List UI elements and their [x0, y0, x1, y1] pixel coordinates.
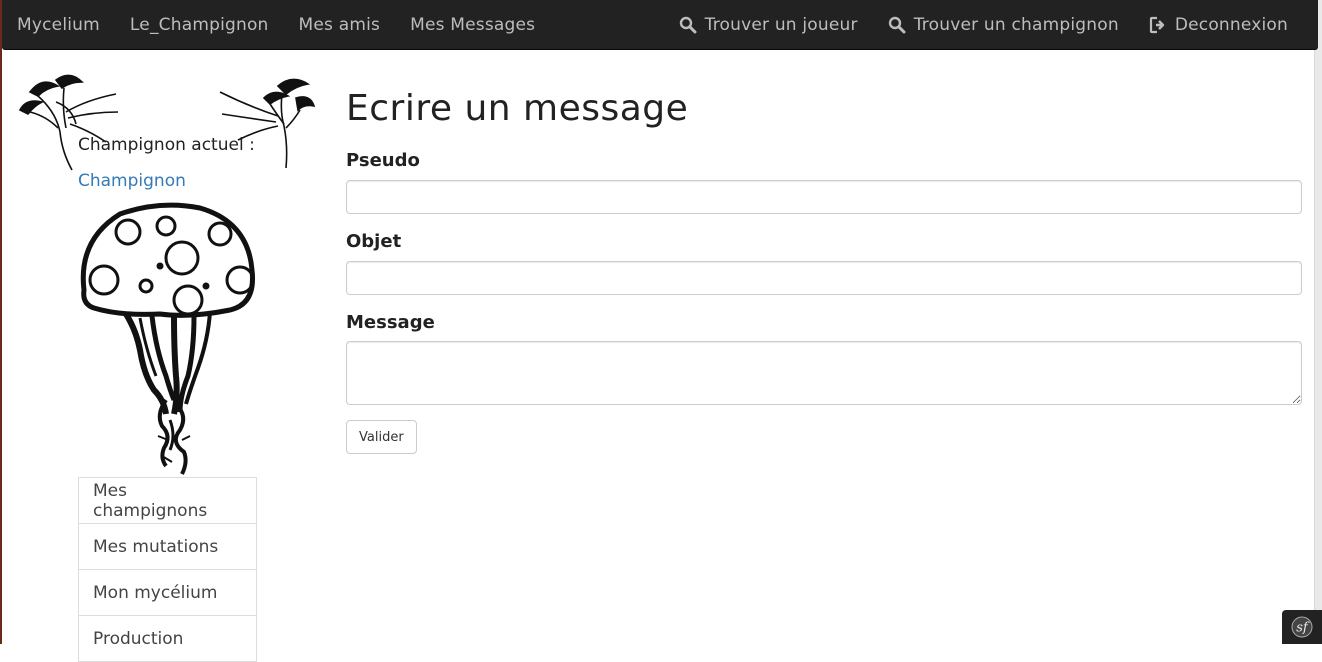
nav-link-label: Deconnexion [1174, 15, 1288, 35]
nav-link-mes-amis[interactable]: Mes amis [284, 0, 396, 50]
sidebar-item-label: Production [93, 628, 184, 649]
nav-link-label: Trouver un joueur [704, 15, 858, 35]
sidebar-item-mon-mycelium[interactable]: Mon mycélium [79, 570, 256, 616]
nav-link-label: Mycelium [17, 15, 100, 35]
nav-link-find-mushroom[interactable]: Trouver un champignon [873, 0, 1134, 50]
nav-link-label: Mes amis [298, 15, 381, 35]
search-icon [679, 16, 697, 34]
sidebar-item-production[interactable]: Production [79, 616, 256, 662]
page-title: Ecrire un message [346, 88, 689, 129]
scrollbar[interactable] [1314, 0, 1322, 644]
nav-link-label: Trouver un champignon [913, 15, 1119, 35]
sidebar-item-mes-champignons[interactable]: Mes champignons [79, 478, 256, 524]
symfony-toolbar-toggle[interactable]: sf [1282, 610, 1322, 644]
nav-link-find-player[interactable]: Trouver un joueur [664, 0, 873, 50]
pseudo-input[interactable] [346, 180, 1302, 214]
navbar-right: Trouver un joueur Trouver un champignon … [664, 0, 1318, 50]
navbar-left: Mycelium Le_Champignon Mes amis Mes Mess… [2, 0, 550, 50]
top-navbar: Mycelium Le_Champignon Mes amis Mes Mess… [2, 0, 1318, 50]
nav-link-le-champignon[interactable]: Le_Champignon [115, 0, 284, 50]
sidebar-item-mes-mutations[interactable]: Mes mutations [79, 524, 256, 570]
sidebar-item-label: Mes champignons [93, 480, 208, 521]
nav-link-mycelium[interactable]: Mycelium [2, 0, 115, 50]
nav-link-mes-messages[interactable]: Mes Messages [395, 0, 550, 50]
current-mushroom-link[interactable]: Champignon [78, 171, 186, 191]
current-mushroom-label: Champignon actuel : [78, 135, 255, 155]
nav-link-label: Mes Messages [410, 15, 536, 35]
submit-button[interactable]: Valider [346, 420, 417, 454]
message-textarea[interactable] [346, 341, 1302, 405]
nav-link-logout[interactable]: Deconnexion [1134, 0, 1318, 50]
logout-icon [1149, 16, 1167, 34]
nav-link-label: Le_Champignon [129, 15, 269, 35]
mushroom-cluster-decoration-left [18, 74, 119, 171]
objet-input[interactable] [346, 261, 1302, 295]
search-icon [888, 16, 906, 34]
mushroom-cluster-decoration-right [219, 78, 316, 169]
sidebar-menu: Mes champignons Mes mutations Mon mycéli… [78, 477, 257, 662]
pseudo-label: Pseudo [346, 150, 420, 171]
mushroom-illustration [80, 202, 256, 475]
objet-label: Objet [346, 231, 402, 252]
symfony-icon: sf [1291, 616, 1313, 638]
sidebar: Champignon actuel : Champignon Mes champ… [0, 50, 330, 662]
message-label: Message [346, 312, 435, 333]
sidebar-item-label: Mon mycélium [93, 582, 218, 603]
sidebar-item-label: Mes mutations [93, 536, 219, 557]
